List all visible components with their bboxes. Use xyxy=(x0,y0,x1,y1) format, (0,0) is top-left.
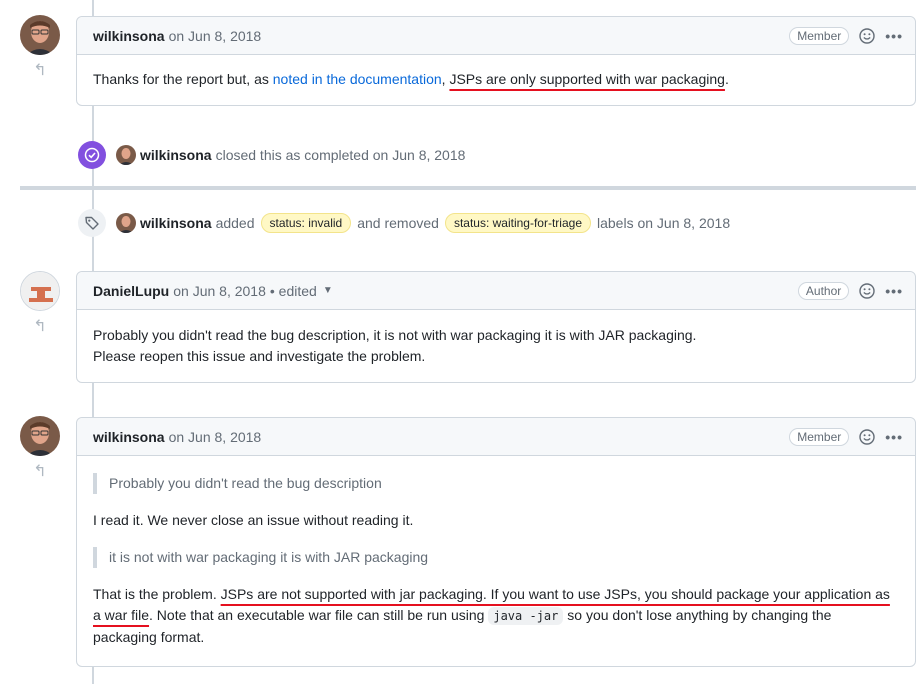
label-pill[interactable]: status: invalid xyxy=(260,213,352,233)
kebab-horizontal-icon[interactable]: ••• xyxy=(885,283,903,299)
check-circle-icon xyxy=(78,141,106,169)
tag-icon xyxy=(78,209,106,237)
comment-header: DanielLupu on Jun 8, 2018 • edited ▼ Auth… xyxy=(77,272,915,310)
comment-body: Probably you didn't read the bug descrip… xyxy=(77,310,915,381)
labeled-event: wilkinsona added status: invalid and rem… xyxy=(78,209,730,237)
chevron-down-icon: ▼ xyxy=(322,285,333,296)
blockquote: it is not with war packaging it is with … xyxy=(93,547,899,568)
timeline-line xyxy=(92,0,94,16)
comment-text: Please reopen this issue and investigate… xyxy=(93,348,426,364)
event-actor[interactable]: wilkinsona xyxy=(140,215,212,231)
comment-body: Thanks for the report but, as noted in t… xyxy=(77,55,915,104)
comment-header: wilkinsona on Jun 8, 2018 Member ••• xyxy=(77,418,915,456)
comment-date[interactable]: on Jun 8, 2018 xyxy=(173,283,266,299)
kebab-horizontal-icon[interactable]: ••• xyxy=(885,28,903,44)
closed-event: wilkinsona closed this as completed on J… xyxy=(78,141,465,169)
label-pill[interactable]: status: waiting-for-triage xyxy=(444,213,591,233)
event-actor[interactable]: wilkinsona xyxy=(140,147,212,163)
comment-text: Thanks for the report but, as xyxy=(93,71,273,87)
reply-arrow-icon[interactable]: ↰ xyxy=(30,461,50,481)
comment-paragraph: That is the problem. JSPs are not suppor… xyxy=(93,584,899,648)
comment: wilkinsona on Jun 8, 2018 Member ••• Tha… xyxy=(76,16,916,106)
role-badge: Author xyxy=(797,282,850,300)
event-text: added xyxy=(215,215,255,231)
comment-text: That is the problem. xyxy=(93,586,221,602)
smiley-icon[interactable] xyxy=(859,28,875,44)
timeline-separator xyxy=(20,186,916,190)
comment-author[interactable]: wilkinsona xyxy=(93,28,165,44)
highlighted-text: JSPs are only supported with war packagi… xyxy=(449,71,725,87)
timeline-line xyxy=(92,383,94,417)
comment-date[interactable]: on Jun 8, 2018 xyxy=(169,429,262,445)
edited-dropdown[interactable]: • edited ▼ xyxy=(270,283,333,299)
timeline-line xyxy=(92,667,94,684)
comment-author[interactable]: DanielLupu xyxy=(93,283,169,299)
reply-arrow-icon[interactable]: ↰ xyxy=(30,60,50,80)
comment-text: I read it. We never close an issue witho… xyxy=(93,512,414,528)
comment-text: Probably you didn't read the bug descrip… xyxy=(93,327,697,343)
avatar[interactable] xyxy=(20,15,60,55)
smiley-icon[interactable] xyxy=(859,429,875,445)
comment-author[interactable]: wilkinsona xyxy=(93,429,165,445)
comment-text: . Note that an executable war file can s… xyxy=(149,607,489,623)
reply-arrow-icon[interactable]: ↰ xyxy=(30,316,50,336)
comment: DanielLupu on Jun 8, 2018 • edited ▼ Auth… xyxy=(76,271,916,383)
comment-date[interactable]: on Jun 8, 2018 xyxy=(169,28,262,44)
avatar[interactable] xyxy=(116,145,136,165)
event-text: closed this as completed on Jun 8, 2018 xyxy=(215,147,466,163)
avatar[interactable] xyxy=(20,271,60,311)
role-badge: Member xyxy=(789,428,850,446)
avatar[interactable] xyxy=(116,213,136,233)
comment-header: wilkinsona on Jun 8, 2018 Member ••• xyxy=(77,17,915,55)
kebab-horizontal-icon[interactable]: ••• xyxy=(885,429,903,445)
comment: wilkinsona on Jun 8, 2018 Member ••• Pro… xyxy=(76,417,916,667)
event-text: labels on Jun 8, 2018 xyxy=(597,215,731,231)
avatar[interactable] xyxy=(20,416,60,456)
event-text: and removed xyxy=(357,215,439,231)
edited-label: • edited xyxy=(269,282,317,299)
blockquote: Probably you didn't read the bug descrip… xyxy=(93,473,899,494)
comment-body: Probably you didn't read the bug descrip… xyxy=(77,456,915,662)
comment-text: . xyxy=(724,71,729,87)
documentation-link[interactable]: noted in the documentation xyxy=(273,71,442,87)
smiley-icon[interactable] xyxy=(859,283,875,299)
role-badge: Member xyxy=(789,27,850,45)
inline-code: java -jar xyxy=(488,607,564,625)
